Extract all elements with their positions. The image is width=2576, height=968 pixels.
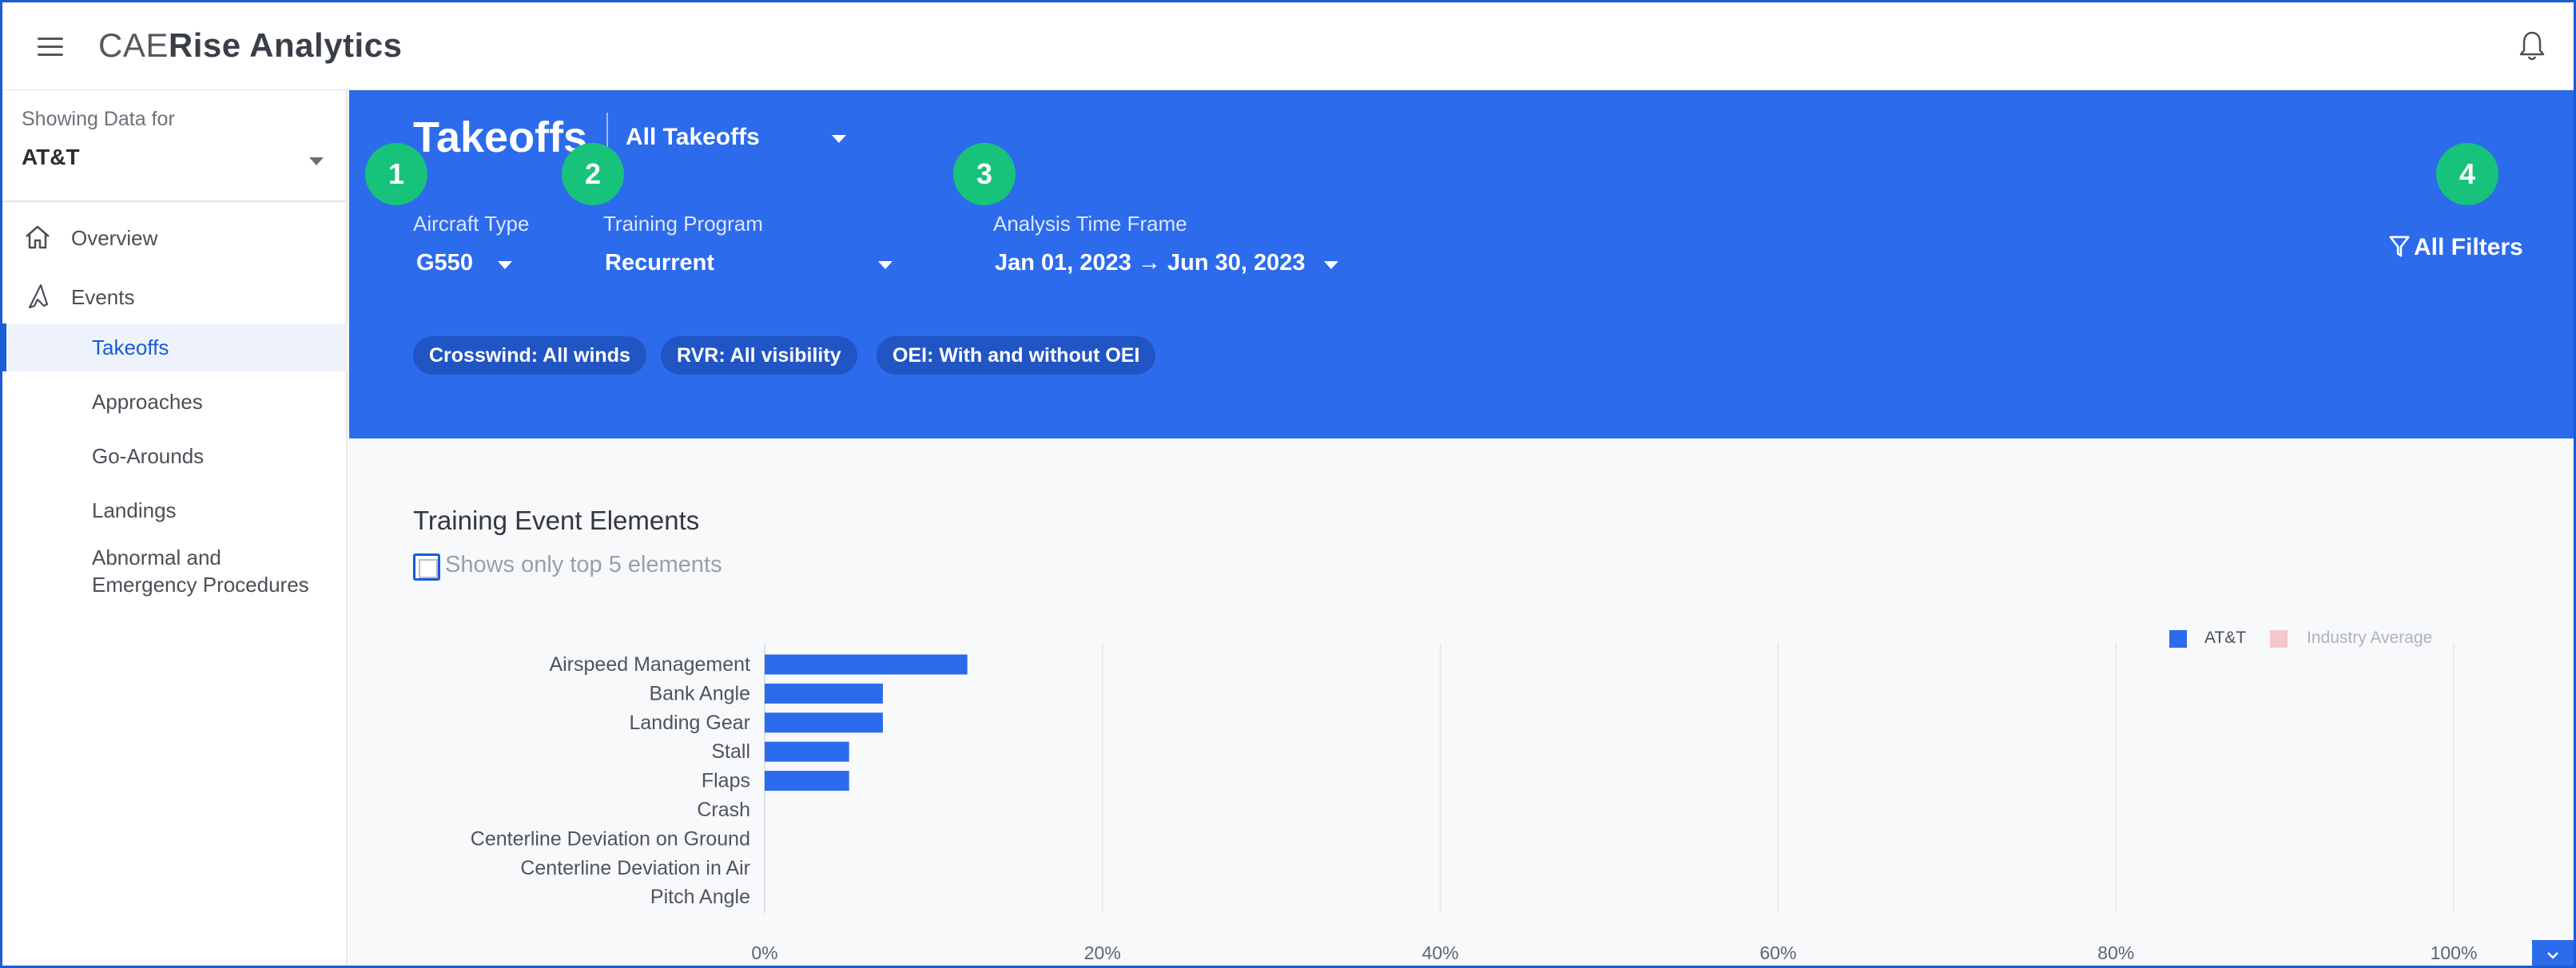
step-badge: 4 [2436,143,2498,205]
sidebar-subitem-label: Go-Arounds [92,444,205,468]
aircraft-type-value: G550 [416,250,473,276]
page-title: Takeoffs [413,113,588,161]
showing-data-label: Showing Data for [22,108,175,130]
organization-name: AT&T [22,145,80,169]
event-type-select[interactable]: All Takeoffs [626,124,846,151]
collapse-icon [2547,952,2558,959]
filter-chip-oei[interactable]: OEI: With and without OEI [877,336,1156,375]
category-label: Landing Gear [629,712,750,734]
x-tick-label: 100% [2431,942,2478,963]
sidebar-item-events[interactable]: Events [2,271,348,322]
aircraft-type-label: Aircraft Type [413,212,530,236]
sidebar-item-label: Events [71,285,135,309]
hamburger-menu-icon[interactable] [38,38,63,57]
sidebar: Showing Data for AT&T Overview Events Ta… [2,90,348,966]
collapse-button[interactable] [2532,940,2574,966]
sidebar-subitem-abnormal-emergency[interactable]: Abnormal and Emergency Procedures [2,539,348,606]
training-program-select[interactable]: Recurrent [605,250,908,282]
training-elements-chart: 0% 20% 40% 60% 80% 100% Airspeed Management Ban… [471,643,2478,963]
x-tick-label: 60% [1759,942,1796,963]
brand-name: Rise Analytics [168,26,403,64]
chevron-down-icon [1324,261,1338,269]
category-label: Stall [711,740,750,763]
analysis-time-frame-value: Jan 01, 2023 → Jun 30, 2023 [995,250,1306,276]
chevron-down-icon [878,261,892,269]
x-tick-label: 0% [751,942,777,963]
filter-header: Takeoffs All Takeoffs 1 2 3 4 Aircraft T… [349,90,2574,438]
bar-att [765,683,883,704]
category-label: Crash [697,799,750,821]
app-brand: CAERise Analytics [98,26,402,65]
sidebar-subitem-label: Abnormal and Emergency Procedures [92,545,309,597]
sidebar-subitem-approaches[interactable]: Approaches [2,378,348,426]
sidebar-item-overview[interactable]: Overview [2,212,348,263]
step-badge: 1 [365,143,427,205]
home-icon [26,225,50,249]
app-window: CAERise Analytics Showing Data for AT&T … [0,0,2576,968]
chevron-down-icon [832,135,846,143]
category-label: Bank Angle [650,682,751,704]
sidebar-subitem-label: Landings [92,498,177,522]
event-type-value: All Takeoffs [626,124,760,150]
filter-chip-crosswind[interactable]: Crosswind: All winds [413,336,646,375]
training-program-label: Training Program [603,212,763,236]
sidebar-divider [2,200,348,202]
bar-att [765,741,849,762]
all-filters-label: All Filters [2414,234,2523,260]
category-label: Airspeed Management [549,653,750,676]
category-label: Centerline Deviation in Air [520,857,750,879]
organization-select[interactable]: AT&T [22,145,330,177]
all-filters-button[interactable]: All Filters [2385,229,2529,266]
aircraft-icon [28,284,49,309]
chevron-down-icon [309,157,324,165]
aircraft-type-select[interactable]: G550 [416,250,528,282]
bar-att [765,712,883,733]
x-tick-label: 20% [1084,942,1121,963]
category-label: Flaps [702,770,750,792]
filter-chip-rvr[interactable]: RVR: All visibility [661,336,857,375]
top-bar: CAERise Analytics [2,2,2574,90]
training-program-value: Recurrent [605,250,714,276]
bar-att [765,654,968,675]
x-tick-label: 40% [1422,942,1459,963]
sidebar-subitem-go-arounds[interactable]: Go-Arounds [2,432,348,480]
analysis-time-frame-select[interactable]: Jan 01, 2023 → Jun 30, 2023 [995,250,1346,282]
filter-icon [2389,236,2410,257]
bell-icon[interactable] [2518,30,2546,61]
sidebar-subitem-label: Approaches [92,390,203,414]
category-label: Pitch Angle [650,886,750,908]
x-tick-label: 80% [2097,942,2134,963]
bar-att [765,771,849,791]
sidebar-subitem-label: Takeoffs [92,335,169,359]
category-label: Centerline Deviation on Ground [471,827,750,850]
step-badge: 3 [953,143,1016,205]
main-content: Training Event Elements Shows only top 5… [349,438,2574,966]
chevron-down-icon [498,261,512,269]
step-badge: 2 [562,143,624,205]
sidebar-subitem-landings[interactable]: Landings [2,486,348,534]
brand-prefix: CAE [98,26,169,64]
sidebar-item-label: Overview [71,226,158,250]
sidebar-subitem-takeoffs[interactable]: Takeoffs [2,323,348,371]
analysis-time-frame-label: Analysis Time Frame [993,212,1187,236]
